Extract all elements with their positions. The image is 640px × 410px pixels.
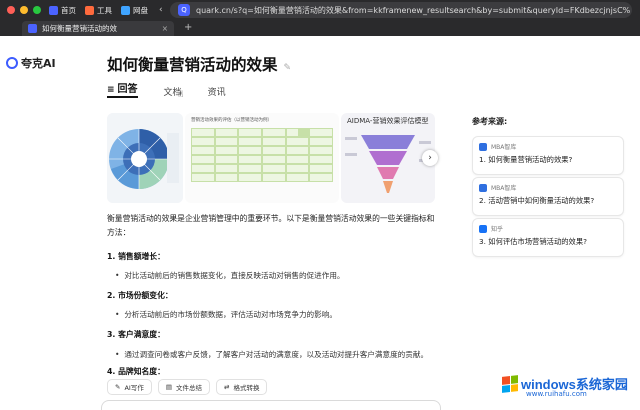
- tab-title: 如何衡量营销活动的效: [42, 24, 117, 33]
- section-heading: 2. 市场份额变化：: [107, 291, 173, 300]
- url-text: quark.cn/s?q=如何衡量营销活动的效果&from=kkframenew…: [196, 5, 631, 15]
- file-summary-button[interactable]: ▤ 文件总结: [157, 379, 210, 395]
- image-card-table[interactable]: 营销活动效果的评估（以营销活动为例）: [185, 113, 339, 203]
- convert-icon: ⇄: [223, 383, 230, 391]
- tab-news[interactable]: 资讯: [208, 85, 226, 98]
- sunburst-chart-image: [107, 113, 183, 203]
- reference-card[interactable]: 知乎 3. 如何评估市场营销活动的效果?: [472, 218, 624, 257]
- reference-card[interactable]: MBA智库 1. 如何衡量营销活动的效果?: [472, 136, 624, 175]
- menu-lines-icon: ≡: [107, 85, 115, 95]
- ai-writing-button[interactable]: ✎ AI写作: [107, 379, 152, 395]
- image-card-funnel[interactable]: AIDMA-营销效果评估模型: [341, 113, 435, 203]
- tab-strip: 如何衡量营销活动的效 × +: [0, 20, 640, 36]
- maximize-window-button[interactable]: [33, 6, 41, 14]
- page-title-text: 如何衡量营销活动的效果: [107, 56, 278, 74]
- page-title: 如何衡量营销活动的效果 ✎: [107, 53, 291, 75]
- quark-tab-icon: [28, 24, 37, 33]
- browser-toolbar: 首页 工具 网盘 ‹ › ↻ Q quark.cn/s?q=如何衡量营销活动的效…: [0, 0, 640, 20]
- reference-card[interactable]: MBA智库 2. 活动营销中如何衡量活动的效果?: [472, 177, 624, 216]
- watermark-url: www.ruihafu.com: [526, 390, 587, 398]
- document-icon: ▤: [165, 383, 172, 391]
- address-bar[interactable]: Q quark.cn/s?q=如何衡量营销活动的效果&from=kkframen…: [170, 2, 632, 18]
- windows-logo-icon: [502, 374, 518, 393]
- section-heading: 3. 客户满意度：: [107, 330, 165, 339]
- format-convert-button[interactable]: ⇄ 格式转换: [215, 379, 268, 395]
- list-item: • 对比活动前后的销售数据变化，直接反映活动对销售的促进作用。: [115, 271, 345, 280]
- chat-input-box[interactable]: [101, 400, 441, 410]
- window-controls: [7, 6, 49, 14]
- cloud-drive-icon: [121, 5, 130, 15]
- minimize-window-button[interactable]: [20, 6, 28, 14]
- tab-answer[interactable]: ≡ 回答: [107, 80, 138, 98]
- section-heading: 1. 销售额增长：: [107, 252, 165, 261]
- quark-site-icon: Q: [178, 4, 190, 16]
- references-heading: 参考来源:: [472, 117, 508, 126]
- reference-title: 3. 如何评估市场营销活动的效果?: [479, 237, 588, 246]
- pen-icon: ✎: [115, 383, 121, 391]
- bookmark-drive[interactable]: 网盘: [121, 5, 148, 16]
- quark-ai-logo[interactable]: 夸克AI: [6, 55, 56, 71]
- mba-wiki-icon: [479, 142, 487, 151]
- watermark: windows系统家园 www.ruihafu.com: [502, 374, 628, 398]
- hand-cursor-icon: ☝: [178, 90, 184, 100]
- image-carousel: 营销活动效果的评估（以营销活动为例） AIDMA-营销效果评估模型: [107, 113, 435, 203]
- table-image-caption: 营销活动效果的评估（以营销活动为例）: [191, 118, 272, 123]
- mba-wiki-icon: [479, 183, 487, 192]
- bookmark-home[interactable]: 首页: [49, 5, 76, 16]
- answer-intro: 衡量营销活动的效果是企业营销管理中的重要环节。以下是衡量营销活动效果的一些关键指…: [107, 214, 435, 237]
- quark-logo-icon: [6, 57, 18, 69]
- close-tab-icon[interactable]: ×: [162, 24, 168, 33]
- close-window-button[interactable]: [7, 6, 15, 14]
- list-item: • 分析活动前后的市场份额数据，评估活动对市场竞争力的影响。: [115, 310, 337, 319]
- reference-title: 2. 活动营销中如何衡量活动的效果?: [479, 196, 595, 205]
- edit-icon[interactable]: ✎: [284, 63, 292, 73]
- bottom-toolbar: ✎ AI写作 ▤ 文件总结 ⇄ 格式转换: [107, 379, 268, 396]
- back-arrow-icon[interactable]: ‹: [159, 5, 163, 15]
- new-tab-icon[interactable]: +: [184, 22, 192, 33]
- reference-title: 1. 如何衡量营销活动的效果?: [479, 155, 573, 164]
- home-icon: [49, 5, 58, 15]
- tools-icon: [85, 5, 94, 15]
- bookmark-tools[interactable]: 工具: [85, 5, 112, 16]
- zhihu-icon: [479, 224, 487, 233]
- list-item: • 通过调查问卷或客户反馈，了解客户对活动的满意度，以及活动对提升客户满意度的贡…: [115, 350, 429, 359]
- logo-text: 夸克AI: [21, 57, 56, 70]
- table-image-grid: [191, 128, 334, 198]
- section-heading: 4. 品牌知名度：: [107, 367, 165, 376]
- browser-tab-active[interactable]: 如何衡量营销活动的效 ×: [22, 21, 174, 36]
- carousel-next-button[interactable]: ›: [422, 150, 438, 166]
- funnel-chart-image: [345, 135, 431, 193]
- image-card-sunburst[interactable]: [107, 113, 183, 203]
